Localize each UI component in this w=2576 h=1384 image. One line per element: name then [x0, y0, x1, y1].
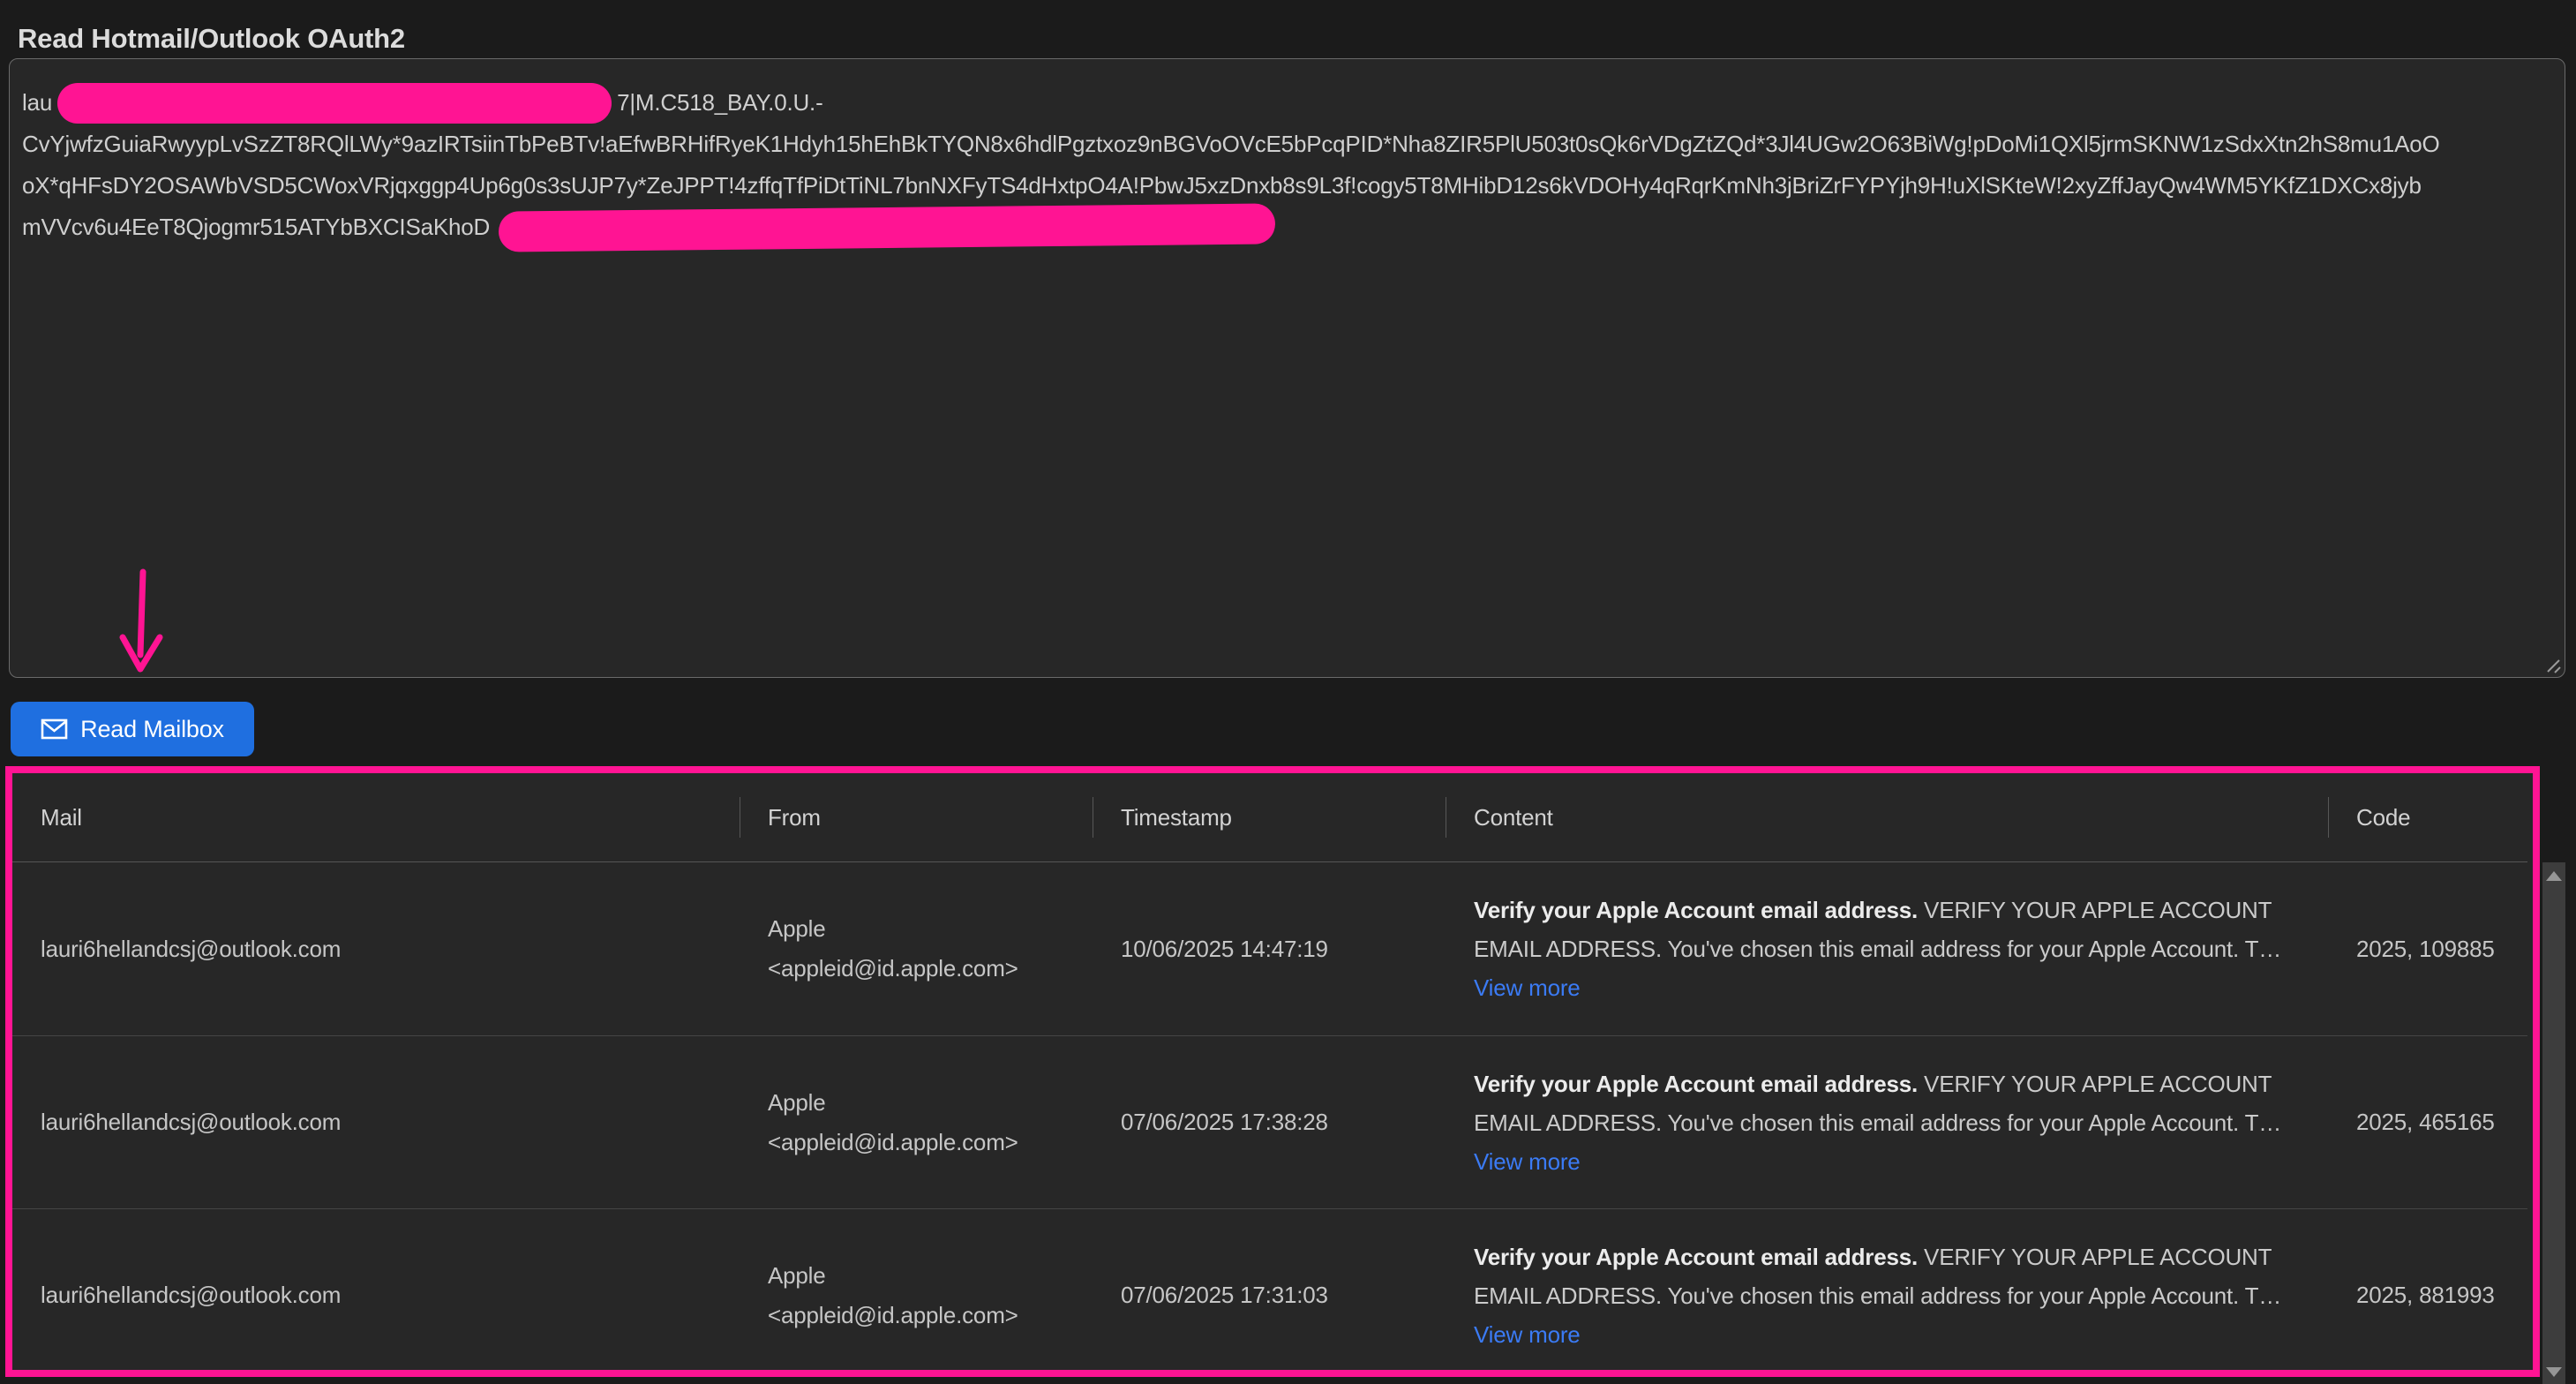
- table-scrollbar[interactable]: [2542, 862, 2565, 1384]
- header-from: From: [740, 773, 1093, 861]
- header-timestamp: Timestamp: [1093, 773, 1446, 861]
- token-line-3: oX*qHFsDY2OSAWbVSD5CWoxVRjqxggp4Up6g0s3s…: [22, 165, 2552, 207]
- redaction-bar: [57, 83, 612, 124]
- header-content: Content: [1446, 773, 2328, 861]
- scroll-down-icon[interactable]: [2546, 1367, 2562, 1377]
- token-line-1: lau 7|M.C518_BAY.0.U.-: [22, 82, 2552, 124]
- content-cell: Verify your Apple Account email address.…: [1446, 1237, 2328, 1354]
- mail-icon: [41, 718, 68, 740]
- from-cell: Apple <appleid@id.apple.com>: [740, 1256, 1093, 1335]
- page-title: Read Hotmail/Outlook OAuth2: [18, 23, 405, 55]
- view-more-link[interactable]: View more: [1474, 1148, 1581, 1175]
- resize-handle-icon[interactable]: [2544, 657, 2562, 674]
- redaction-bar: [499, 203, 1275, 252]
- token-text: mVVcv6u4EeT8Qjogmr515ATYbBXCISaKhoD: [22, 207, 490, 248]
- mail-cell: lauri6hellandcsj@outlook.com: [12, 1109, 740, 1136]
- table-row: lauri6hellandcsj@outlook.com Apple <appl…: [12, 1035, 2527, 1208]
- table-row: lauri6hellandcsj@outlook.com Apple <appl…: [12, 1208, 2527, 1377]
- mail-results-table: Mail From Timestamp Content Code lauri6h…: [12, 773, 2527, 1377]
- table-header-row: Mail From Timestamp Content Code: [12, 773, 2527, 862]
- scroll-up-icon[interactable]: [2546, 871, 2562, 881]
- timestamp-cell: 07/06/2025 17:38:28: [1093, 1109, 1446, 1136]
- from-cell: Apple <appleid@id.apple.com>: [740, 909, 1093, 989]
- token-text: oX*qHFsDY2OSAWbVSD5CWoxVRjqxggp4Up6g0s3s…: [22, 165, 2422, 207]
- content-cell: Verify your Apple Account email address.…: [1446, 891, 2328, 1007]
- token-text: CvYjwfzGuiaRwyypLvSzZT8RQlLWy*9azIRTsiin…: [22, 124, 2440, 165]
- token-text: lau: [22, 82, 52, 124]
- code-cell: 2025, 881993: [2328, 1282, 2527, 1309]
- token-text: 7|M.C518_BAY.0.U.-: [617, 82, 822, 124]
- code-cell: 2025, 109885: [2328, 936, 2527, 963]
- content-cell: Verify your Apple Account email address.…: [1446, 1064, 2328, 1181]
- view-more-link[interactable]: View more: [1474, 974, 1581, 1001]
- mail-cell: lauri6hellandcsj@outlook.com: [12, 936, 740, 963]
- code-cell: 2025, 465165: [2328, 1109, 2527, 1136]
- timestamp-cell: 07/06/2025 17:31:03: [1093, 1282, 1446, 1309]
- header-mail: Mail: [12, 773, 740, 861]
- results-table-frame: Mail From Timestamp Content Code lauri6h…: [5, 766, 2540, 1377]
- read-mailbox-button[interactable]: Read Mailbox: [11, 702, 254, 756]
- table-row: lauri6hellandcsj@outlook.com Apple <appl…: [12, 862, 2527, 1035]
- mail-cell: lauri6hellandcsj@outlook.com: [12, 1282, 740, 1309]
- token-line-2: CvYjwfzGuiaRwyypLvSzZT8RQlLWy*9azIRTsiin…: [22, 124, 2552, 165]
- token-line-4: mVVcv6u4EeT8Qjogmr515ATYbBXCISaKhoD: [22, 207, 2552, 248]
- from-cell: Apple <appleid@id.apple.com>: [740, 1083, 1093, 1162]
- view-more-link[interactable]: View more: [1474, 1321, 1581, 1348]
- timestamp-cell: 10/06/2025 14:47:19: [1093, 936, 1446, 963]
- header-code: Code: [2328, 773, 2527, 861]
- read-mailbox-label: Read Mailbox: [80, 716, 224, 743]
- oauth-token-textarea[interactable]: lau 7|M.C518_BAY.0.U.- CvYjwfzGuiaRwyypL…: [9, 58, 2565, 678]
